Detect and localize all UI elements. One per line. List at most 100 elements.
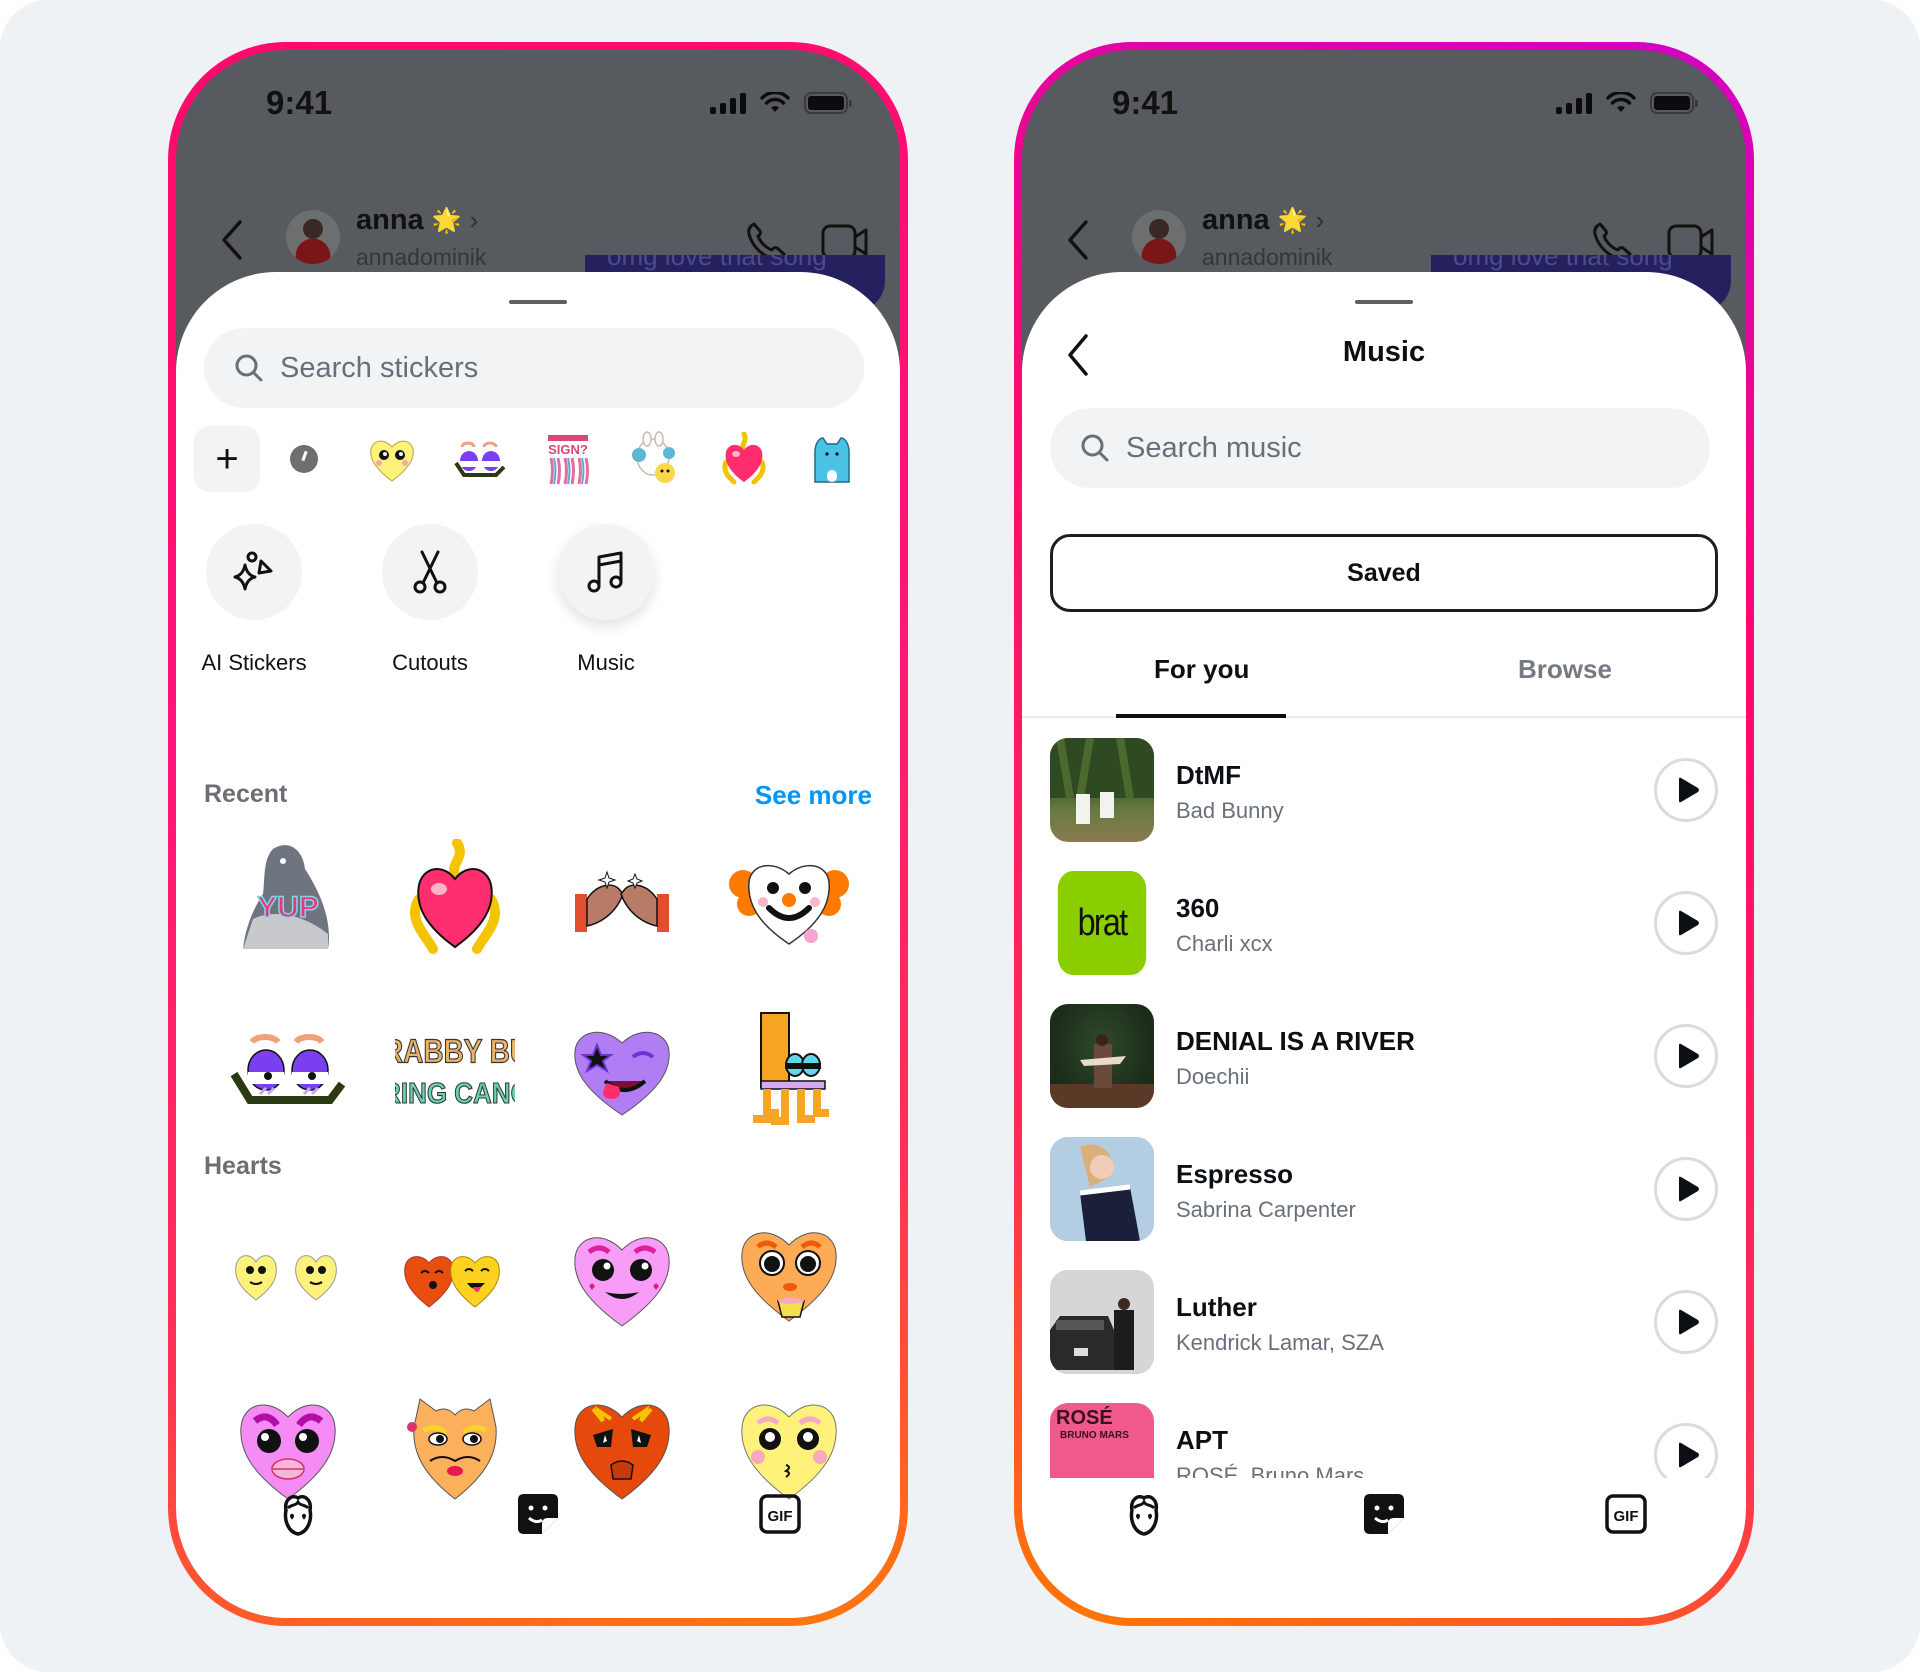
tray-pack-yellow-heart[interactable] — [348, 426, 436, 492]
svg-text:GIF: GIF — [1614, 1508, 1639, 1525]
play-icon — [1679, 1309, 1699, 1335]
svg-text:SIGN?: SIGN? — [548, 442, 588, 457]
section-title-hearts: Hearts — [204, 1152, 282, 1180]
battery-icon — [804, 92, 852, 114]
back-chevron-icon[interactable] — [1060, 218, 1096, 262]
tray-pack-bunny[interactable] — [612, 426, 700, 492]
avatar-face-icon[interactable] — [274, 1490, 322, 1538]
see-more-link[interactable]: See more — [755, 780, 872, 811]
phone-screen: 9:41 anna 🌟 › annadominik omg love that … — [176, 50, 900, 1618]
signal-icon — [1556, 92, 1592, 114]
gif-icon[interactable]: GIF — [1602, 1490, 1650, 1538]
song-artist: Sabrina Carpenter — [1176, 1197, 1356, 1222]
album-art — [1050, 1004, 1154, 1108]
gif-icon[interactable]: GIF — [756, 1490, 804, 1538]
album-art — [1050, 1270, 1154, 1374]
song-title: DtMF — [1176, 760, 1241, 790]
status-bar: 9:41 — [176, 50, 900, 160]
song-artist: Kendrick Lamar, SZA — [1176, 1330, 1384, 1355]
sticker-orange-yellow-heart-duo[interactable] — [371, 1212, 538, 1342]
svg-text:CARING CANCER: CARING CANCER — [395, 1077, 515, 1109]
contact-name: anna — [356, 204, 424, 236]
play-button[interactable] — [1654, 1290, 1718, 1354]
play-button[interactable] — [1654, 1423, 1718, 1478]
tray-pack-flaming-heart[interactable] — [700, 426, 788, 492]
contact-name-row[interactable]: anna 🌟 › — [356, 204, 478, 237]
star-badge-icon: 🌟 — [431, 207, 462, 234]
svg-text:CRABBY BUT: CRABBY BUT — [395, 1032, 515, 1070]
sticker-pink-smiling-heart[interactable] — [538, 1212, 705, 1342]
avatar[interactable] — [286, 210, 340, 264]
saved-button[interactable]: Saved — [1050, 534, 1718, 612]
category-cutouts[interactable]: Cutouts — [382, 524, 478, 676]
ai-sparkle-icon — [233, 551, 273, 591]
play-button[interactable] — [1654, 758, 1718, 822]
bottom-tab-bar: GIF — [176, 1490, 900, 1550]
contact-handle: annadominik — [1202, 244, 1333, 270]
wifi-icon — [1606, 92, 1636, 112]
song-row[interactable]: brat 360 Charli xcx — [1050, 871, 1718, 1004]
category-music[interactable]: Music — [558, 524, 654, 676]
music-search-input[interactable]: Search music — [1050, 408, 1710, 488]
sticker-crabby-but-caring[interactable]: CRABBY BUT CARING CANCER — [371, 1004, 538, 1134]
sticker-flaming-heart[interactable] — [371, 834, 538, 964]
add-sticker-pack-button[interactable]: + — [194, 426, 260, 492]
song-row[interactable]: DtMF Bad Bunny — [1050, 738, 1718, 871]
tray-pack-eyes[interactable] — [436, 426, 524, 492]
sheet-grabber[interactable] — [1355, 300, 1413, 304]
phone-screen: 9:41 anna 🌟 › annadominik omg love that … — [1022, 50, 1746, 1618]
sticker-icon[interactable] — [514, 1490, 562, 1538]
song-title: Luther — [1176, 1292, 1257, 1322]
tray-pack-blue-cat[interactable] — [788, 426, 876, 492]
song-list: DtMF Bad Bunny brat 360 Charli xcx DENIA… — [1050, 738, 1718, 1478]
play-button[interactable] — [1654, 1157, 1718, 1221]
recent-tab[interactable] — [260, 426, 348, 492]
scissors-icon — [413, 550, 447, 594]
sticker-search-input[interactable]: Search stickers — [204, 328, 864, 408]
status-time: 9:41 — [266, 84, 333, 121]
search-placeholder: Search stickers — [280, 351, 479, 384]
song-row[interactable]: ROSÉ BRUNO MARS APT ROSÉ, Bruno Mars — [1050, 1403, 1718, 1478]
song-row[interactable]: Luther Kendrick Lamar, SZA — [1050, 1270, 1718, 1403]
tab-browse[interactable]: Browse — [1518, 654, 1612, 685]
sticker-pinky-promise[interactable] — [538, 834, 705, 964]
sticker-sheet: Search stickers + SIGN? AI Stickers Cuto… — [176, 272, 900, 1618]
play-icon — [1679, 1442, 1699, 1468]
sticker-icon[interactable] — [1360, 1490, 1408, 1538]
album-art: ROSÉ BRUNO MARS — [1050, 1403, 1154, 1478]
contact-name-row[interactable]: anna 🌟 › — [1202, 204, 1324, 237]
album-art — [1050, 1137, 1154, 1241]
song-artist: ROSÉ, Bruno Mars — [1176, 1463, 1365, 1478]
sticker-twin-yellow-hearts[interactable] — [204, 1212, 371, 1342]
avatar[interactable] — [1132, 210, 1186, 264]
tab-for-you[interactable]: For you — [1154, 654, 1249, 685]
play-icon — [1679, 777, 1699, 803]
sticker-orange-tea-heart[interactable] — [705, 1212, 872, 1342]
play-button[interactable] — [1654, 1024, 1718, 1088]
blue-cat-sticker-icon — [814, 437, 850, 483]
battery-icon — [1650, 92, 1698, 114]
status-icons — [1556, 92, 1698, 114]
play-button[interactable] — [1654, 891, 1718, 955]
signal-icon — [710, 92, 746, 114]
sticker-orange-chair-creature[interactable] — [705, 1004, 872, 1134]
play-icon — [1679, 1176, 1699, 1202]
tray-pack-whats-your-sign[interactable]: SIGN? — [524, 426, 612, 492]
sheet-grabber[interactable] — [509, 300, 567, 304]
sticker-winking-purple-heart[interactable] — [538, 1004, 705, 1134]
sticker-purple-eyes[interactable] — [204, 1004, 371, 1134]
chevron-right-icon: › — [469, 205, 479, 235]
category-ai-stickers[interactable]: AI Stickers — [201, 524, 307, 676]
svg-text:GIF: GIF — [768, 1508, 793, 1525]
status-time: 9:41 — [1112, 84, 1179, 121]
song-title: DENIAL IS A RIVER — [1176, 1026, 1415, 1056]
avatar-face-icon[interactable] — [1120, 1490, 1168, 1538]
search-icon — [235, 354, 263, 382]
sticker-pigeon-yup[interactable]: YUP — [204, 834, 371, 964]
song-row[interactable]: DENIAL IS A RIVER Doechii — [1050, 1004, 1718, 1137]
song-row[interactable]: Espresso Sabrina Carpenter — [1050, 1137, 1718, 1270]
phone-stickers: 9:41 anna 🌟 › annadominik omg love that … — [168, 42, 908, 1626]
back-chevron-icon[interactable] — [214, 218, 250, 262]
sticker-clown-heart[interactable] — [705, 834, 872, 964]
music-tabs: For you Browse — [1022, 642, 1746, 718]
